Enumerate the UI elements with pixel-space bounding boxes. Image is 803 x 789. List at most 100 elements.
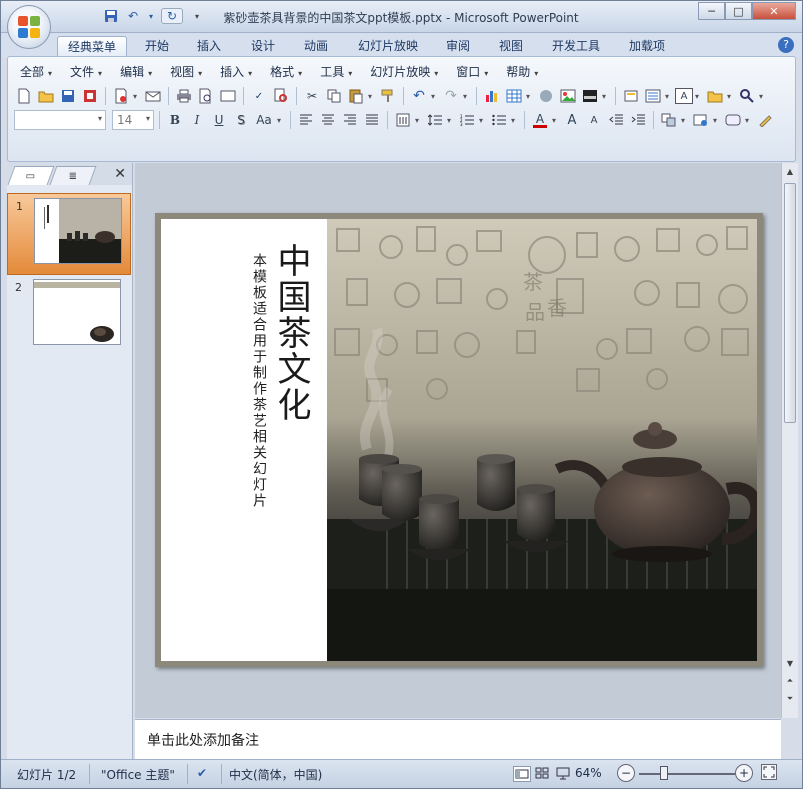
spell-check-icon[interactable]: ✔ [197, 766, 207, 780]
tab-home[interactable]: 开始 [135, 36, 179, 57]
tab-addins[interactable]: 加载项 [619, 36, 675, 57]
decrease-indent-icon[interactable] [606, 110, 626, 130]
spelling-icon[interactable]: ✓ [249, 86, 269, 106]
increase-indent-icon[interactable] [628, 110, 648, 130]
slideshow-view-icon[interactable] [555, 766, 573, 782]
menu-all[interactable]: 全部 ▾ [14, 61, 58, 82]
new-document-icon[interactable] [14, 86, 34, 106]
zoom-in-icon[interactable]: + [735, 764, 753, 782]
shape-outline-icon[interactable] [755, 110, 775, 130]
open-folder-icon[interactable] [36, 86, 56, 106]
menu-tools[interactable]: 工具 ▾ [314, 61, 358, 82]
scroll-up-icon[interactable]: ▲ [782, 163, 798, 179]
font-color-dropdown-icon[interactable]: ▾ [552, 116, 560, 125]
menu-edit[interactable]: 编辑 ▾ [114, 61, 158, 82]
normal-view-icon[interactable] [513, 766, 531, 782]
line-spacing-dropdown-icon[interactable]: ▾ [447, 116, 455, 125]
bullets-icon[interactable] [489, 110, 509, 130]
cut-icon[interactable]: ✂ [302, 86, 322, 106]
slide-view-icon[interactable] [218, 86, 238, 106]
email-icon[interactable] [143, 86, 163, 106]
font-name-combo[interactable]: ▾ [14, 110, 106, 130]
insert-table-dropdown-icon[interactable]: ▾ [526, 92, 534, 101]
undo-icon[interactable]: ↶ [409, 86, 429, 106]
vertical-scrollbar[interactable]: ▲ ▼ ⏶ ⏷ [781, 163, 798, 718]
menu-format[interactable]: 格式 ▾ [264, 61, 308, 82]
print-icon[interactable] [174, 86, 194, 106]
align-center-icon[interactable] [318, 110, 338, 130]
line-spacing-icon[interactable] [425, 110, 445, 130]
slide-layout-dropdown-icon[interactable]: ▾ [665, 92, 673, 101]
justify-icon[interactable] [362, 110, 382, 130]
numbering-icon[interactable]: 123 [457, 110, 477, 130]
notes-pane[interactable]: 单击此处添加备注 [135, 719, 781, 759]
new-slide-icon[interactable] [621, 86, 641, 106]
tab-animations[interactable]: 动画 [294, 36, 338, 57]
font-color-button[interactable]: A [530, 110, 550, 130]
menu-view[interactable]: 视图 ▾ [164, 61, 208, 82]
undo-dropdown-icon[interactable]: ▾ [147, 8, 155, 24]
underline-button[interactable]: U [209, 110, 229, 130]
bullets-dropdown-icon[interactable]: ▾ [511, 116, 519, 125]
bold-button[interactable]: B [165, 110, 185, 130]
current-slide[interactable]: 中国茶文化 本模板适合用于制作茶艺相关幻灯片 茶 香 品 [155, 213, 763, 667]
text-box-icon[interactable]: A [675, 88, 693, 104]
help-icon[interactable]: ? [778, 37, 794, 53]
next-slide-icon[interactable]: ⏷ [782, 691, 798, 707]
undo-icon[interactable]: ↶ [125, 8, 141, 24]
numbering-dropdown-icon[interactable]: ▾ [479, 116, 487, 125]
zoom-slider-track[interactable] [639, 773, 735, 775]
menu-insert[interactable]: 插入 ▾ [214, 61, 258, 82]
text-direction-icon[interactable] [393, 110, 413, 130]
fit-to-window-icon[interactable] [761, 764, 777, 780]
font-size-combo[interactable]: 14 ▾ [112, 110, 154, 130]
menu-help[interactable]: 帮助 ▾ [500, 61, 544, 82]
tab-view[interactable]: 视图 [489, 36, 533, 57]
redo-dropdown-icon[interactable]: ▾ [463, 92, 471, 101]
align-right-icon[interactable] [340, 110, 360, 130]
text-direction-dropdown-icon[interactable]: ▾ [415, 116, 423, 125]
close-panel-icon[interactable]: ✕ [114, 166, 126, 182]
tab-design[interactable]: 设计 [241, 36, 285, 57]
align-left-icon[interactable] [296, 110, 316, 130]
copy-icon[interactable] [324, 86, 344, 106]
notes-placeholder[interactable]: 单击此处添加备注 [147, 730, 259, 750]
tab-insert[interactable]: 插入 [187, 36, 231, 57]
slide-thumbnail-1[interactable] [34, 198, 122, 264]
tab-slides[interactable]: ▭ [7, 166, 55, 185]
tab-slideshow[interactable]: 幻灯片放映 [348, 36, 428, 57]
arrange-dropdown-icon[interactable]: ▾ [681, 116, 689, 125]
quick-styles-dropdown-icon[interactable]: ▾ [713, 116, 721, 125]
minimize-button[interactable]: ─ [698, 2, 725, 20]
close-button[interactable]: ✕ [752, 2, 796, 20]
shape-fill-dropdown-icon[interactable]: ▾ [745, 116, 753, 125]
publish-icon[interactable] [111, 86, 131, 106]
slide-thumbnail-item[interactable]: 1 [7, 193, 131, 275]
paste-icon[interactable] [346, 86, 366, 106]
zoom-search-dropdown-icon[interactable]: ▾ [759, 92, 767, 101]
redo-icon[interactable]: ↷ [441, 86, 461, 106]
grow-font-button[interactable]: A [562, 110, 582, 130]
menu-file[interactable]: 文件 ▾ [64, 61, 108, 82]
slide-thumbnail-2[interactable] [33, 279, 121, 345]
quick-styles-icon[interactable] [691, 110, 711, 130]
language-indicator[interactable]: 中文(简体，中国) [229, 766, 322, 783]
tab-classic-menu[interactable]: 经典菜单 [57, 36, 128, 57]
tab-review[interactable]: 审阅 [436, 36, 480, 57]
shadow-button[interactable]: S [231, 110, 251, 130]
permission-icon[interactable] [80, 86, 100, 106]
shapes-dropdown-icon[interactable]: ▾ [727, 92, 735, 101]
tab-developer[interactable]: 开发工具 [542, 36, 610, 57]
arrange-icon[interactable] [659, 110, 679, 130]
insert-clipart-icon[interactable] [536, 86, 556, 106]
zoom-level[interactable]: 64% [575, 766, 602, 780]
italic-button[interactable]: I [187, 110, 207, 130]
undo-dropdown-icon[interactable]: ▾ [431, 92, 439, 101]
slide-heading[interactable]: 中国茶文化 [271, 243, 311, 423]
text-box-dropdown-icon[interactable]: ▾ [695, 92, 703, 101]
insert-table-icon[interactable] [504, 86, 524, 106]
change-case-dropdown-icon[interactable]: ▾ [277, 116, 285, 125]
office-button[interactable] [7, 5, 51, 49]
background-dropdown-icon[interactable]: ▾ [602, 92, 610, 101]
slide-thumbnail-item[interactable]: 2 [7, 275, 131, 357]
